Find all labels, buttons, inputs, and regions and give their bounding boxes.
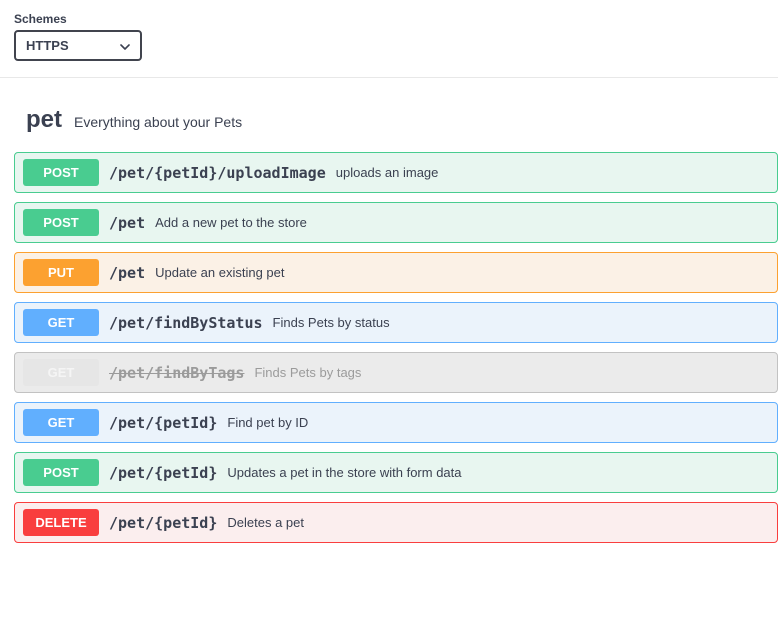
operation-path: /pet/{petId}/uploadImage: [109, 164, 326, 182]
operation-row[interactable]: POST/pet/{petId}/uploadImage uploads an i…: [14, 152, 778, 193]
operation-row[interactable]: DELETE/pet/{petId} Deletes a pet: [14, 502, 778, 543]
operation-summary: Update an existing pet: [155, 265, 284, 280]
operation-summary: Finds Pets by tags: [254, 365, 361, 380]
operation-summary: Deletes a pet: [227, 515, 304, 530]
method-badge: POST: [23, 159, 99, 186]
schemes-selected-value: HTTPS: [26, 38, 69, 53]
operation-row[interactable]: GET/pet/findByTags Finds Pets by tags: [14, 352, 778, 393]
method-badge: GET: [23, 309, 99, 336]
operation-summary: Finds Pets by status: [273, 315, 390, 330]
method-badge: PUT: [23, 259, 99, 286]
operation-row[interactable]: GET/pet/findByStatus Finds Pets by status: [14, 302, 778, 343]
method-badge: POST: [23, 209, 99, 236]
operation-path: /pet: [109, 214, 145, 232]
operation-row[interactable]: POST/pet/{petId} Updates a pet in the sto…: [14, 452, 778, 493]
tag-section-header[interactable]: pet Everything about your Pets: [26, 106, 778, 134]
operation-path: /pet/findByTags: [109, 364, 244, 382]
operation-summary: Find pet by ID: [227, 415, 308, 430]
method-badge: DELETE: [23, 509, 99, 536]
operation-path: /pet/{petId}: [109, 514, 217, 532]
operation-row[interactable]: PUT/pet Update an existing pet: [14, 252, 778, 293]
method-badge: POST: [23, 459, 99, 486]
schemes-label: Schemes: [14, 12, 764, 26]
method-badge: GET: [23, 409, 99, 436]
operation-row[interactable]: GET/pet/{petId} Find pet by ID: [14, 402, 778, 443]
tag-description: Everything about your Pets: [74, 114, 242, 130]
operation-path: /pet/findByStatus: [109, 314, 263, 332]
operation-path: /pet/{petId}: [109, 464, 217, 482]
method-badge: GET: [23, 359, 99, 386]
operations-list: POST/pet/{petId}/uploadImage uploads an i…: [14, 152, 778, 543]
operation-summary: uploads an image: [336, 165, 439, 180]
operation-summary: Updates a pet in the store with form dat…: [227, 465, 461, 480]
operation-summary: Add a new pet to the store: [155, 215, 307, 230]
operation-path: /pet/{petId}: [109, 414, 217, 432]
tag-name: pet: [26, 106, 62, 134]
schemes-select[interactable]: HTTPS: [14, 30, 142, 61]
operation-row[interactable]: POST/pet Add a new pet to the store: [14, 202, 778, 243]
chevron-down-icon: [120, 38, 130, 53]
operation-path: /pet: [109, 264, 145, 282]
